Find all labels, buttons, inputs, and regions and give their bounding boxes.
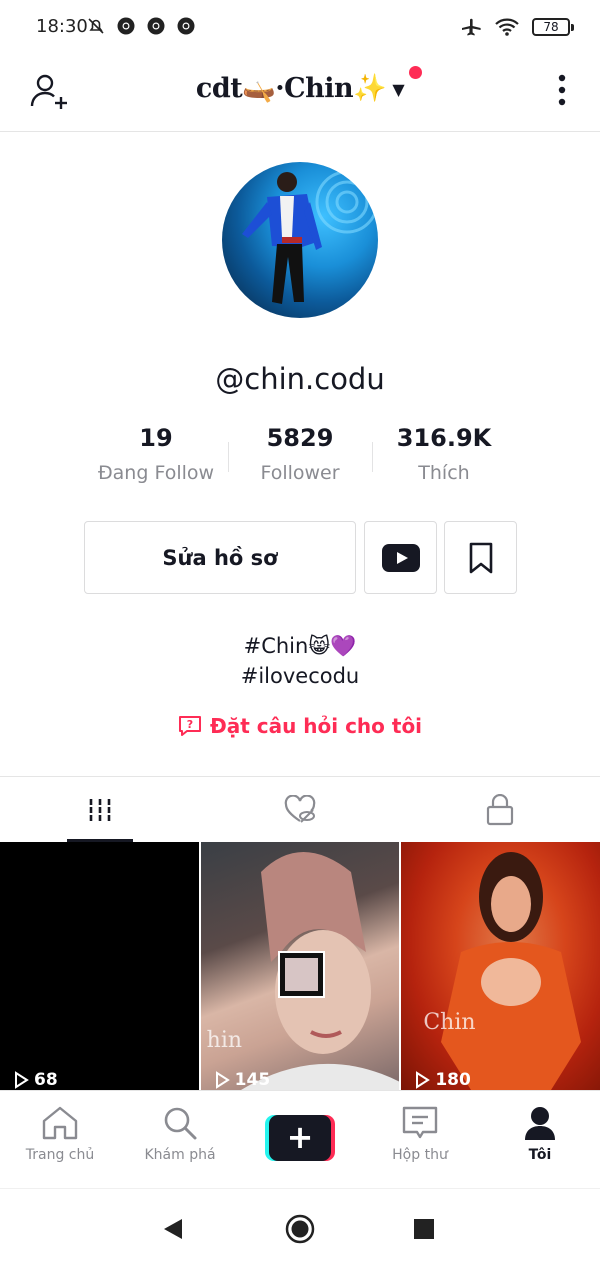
edit-profile-button[interactable]: Sửa hồ sơ xyxy=(84,521,356,594)
youtube-icon xyxy=(381,543,420,572)
profile-stats: 19 Đang Follow 5829 Follower 316.9K Thíc… xyxy=(84,424,516,494)
grid-icon xyxy=(89,798,111,821)
video-watermark: hin xyxy=(206,1028,243,1053)
search-icon xyxy=(164,1107,197,1140)
account-switcher[interactable]: cdt🛶·Chin✨ ▼ xyxy=(0,72,600,104)
view-count: 145 xyxy=(213,1070,271,1090)
bio-line: #Chin😸💜 xyxy=(243,634,357,658)
wifi-icon xyxy=(495,18,519,36)
bookmark-icon xyxy=(469,542,492,573)
nav-profile-label: Tôi xyxy=(528,1147,552,1163)
view-count: 180 xyxy=(413,1070,471,1090)
view-count-value: 68 xyxy=(34,1070,58,1090)
username: @chin.codu xyxy=(215,362,385,396)
airplane-icon xyxy=(462,18,481,36)
nav-home[interactable]: Trang chủ xyxy=(0,1091,120,1188)
likes-label: Thích xyxy=(418,462,470,484)
video-thumbnail[interactable]: 68 xyxy=(0,842,199,1090)
tab-liked[interactable] xyxy=(200,777,400,842)
ask-question-link[interactable]: ? Đặt câu hỏi cho tôi xyxy=(0,714,600,738)
followers-count: 5829 xyxy=(266,424,334,452)
view-count-value: 145 xyxy=(234,1070,271,1090)
tab-videos[interactable] xyxy=(0,777,200,842)
chrome-icon xyxy=(177,17,195,35)
youtube-button[interactable] xyxy=(364,521,437,594)
home-icon xyxy=(42,1106,78,1140)
following-label: Đang Follow xyxy=(97,462,215,484)
recents-icon[interactable] xyxy=(413,1218,435,1240)
bio-line: #ilovecodu xyxy=(240,664,360,688)
nav-inbox[interactable]: Hộp thư xyxy=(360,1091,480,1188)
ask-question-label: Đặt câu hỏi cho tôi xyxy=(209,714,423,738)
question-icon: ? xyxy=(178,716,201,736)
mute-bell-icon xyxy=(88,18,104,34)
liked-hidden-icon xyxy=(284,794,316,823)
avatar[interactable] xyxy=(222,162,378,318)
avatar-photo xyxy=(242,170,378,304)
likes-stat[interactable]: 316.9K Thích xyxy=(372,424,516,494)
create-plus-icon: + xyxy=(265,1115,335,1161)
system-nav-bar xyxy=(0,1188,600,1267)
inbox-icon xyxy=(402,1106,438,1139)
followers-label: Follower xyxy=(260,462,340,484)
bottom-nav: Trang chủ Khám phá + Hộp thư Tôi xyxy=(0,1090,600,1188)
tab-private[interactable] xyxy=(400,777,600,842)
status-time: 18:30 xyxy=(36,16,88,37)
video-thumbnail[interactable]: Chin 180 xyxy=(401,842,600,1090)
view-count-value: 180 xyxy=(435,1070,471,1090)
following-stat[interactable]: 19 Đang Follow xyxy=(84,424,228,494)
back-icon[interactable] xyxy=(162,1217,184,1241)
chrome-icon xyxy=(117,17,135,35)
more-vertical-icon xyxy=(558,74,566,106)
following-count: 19 xyxy=(139,424,173,452)
chrome-icon xyxy=(147,17,165,35)
status-right-icons: 78 xyxy=(460,16,574,38)
followers-stat[interactable]: 5829 Follower xyxy=(228,424,372,494)
status-left-icons xyxy=(86,16,196,36)
video-grid: 68 hin 145 Chin 180 xyxy=(0,842,600,1090)
profile-bio: #Chin😸💜 #ilovecodu xyxy=(0,631,600,691)
nav-discover[interactable]: Khám phá xyxy=(120,1091,240,1188)
video-thumbnail[interactable]: hin 145 xyxy=(200,842,400,1090)
favorites-button[interactable] xyxy=(444,521,517,594)
likes-count: 316.9K xyxy=(396,424,492,452)
nav-profile[interactable]: Tôi xyxy=(480,1091,600,1188)
account-title: cdt🛶·Chin✨ xyxy=(195,73,387,104)
profile-header: cdt🛶·Chin✨ ▼ xyxy=(0,56,600,132)
view-count: 68 xyxy=(12,1070,58,1090)
battery-icon: 78 xyxy=(532,18,574,36)
play-outline-icon xyxy=(215,1071,230,1089)
svg-text:?: ? xyxy=(187,718,193,731)
notification-dot xyxy=(409,66,422,79)
profile-tabs xyxy=(0,776,600,842)
nav-inbox-label: Hộp thư xyxy=(392,1147,448,1163)
lock-icon xyxy=(486,793,514,825)
profile-icon xyxy=(525,1107,555,1140)
more-options-button[interactable] xyxy=(550,72,574,112)
status-bar: 18:30 78 xyxy=(0,0,600,56)
chevron-down-icon: ▼ xyxy=(392,80,405,99)
home-circle-icon[interactable] xyxy=(284,1213,316,1245)
nav-discover-label: Khám phá xyxy=(144,1147,216,1163)
play-outline-icon xyxy=(416,1071,431,1089)
nav-create[interactable]: + xyxy=(240,1091,360,1188)
video-thumbnail-image xyxy=(441,852,582,1090)
nav-home-label: Trang chủ xyxy=(25,1147,95,1163)
play-outline-icon xyxy=(15,1071,29,1089)
video-watermark: Chin xyxy=(423,1010,476,1035)
